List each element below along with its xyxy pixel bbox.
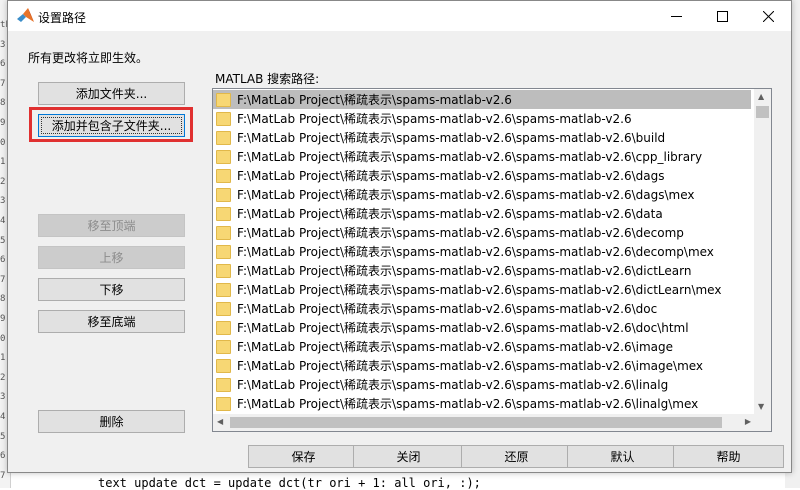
path-row[interactable]: F:\MatLab Project\稀疏表示\spams-matlab-v2.6…	[213, 318, 751, 337]
folder-icon	[216, 263, 231, 278]
folder-icon	[216, 282, 231, 297]
folder-icon	[216, 206, 231, 221]
folder-icon	[216, 111, 231, 126]
folder-icon	[216, 396, 231, 411]
save-button[interactable]: 保存	[248, 445, 359, 468]
minimize-button[interactable]	[653, 1, 699, 31]
path-row[interactable]: F:\MatLab Project\稀疏表示\spams-matlab-v2.6…	[213, 147, 751, 166]
maximize-icon	[716, 10, 728, 22]
search-path-list[interactable]: F:\MatLab Project\稀疏表示\spams-matlab-v2.6…	[212, 88, 772, 432]
scroll-down-icon[interactable]: ▼	[758, 402, 764, 411]
path-text: F:\MatLab Project\稀疏表示\spams-matlab-v2.6…	[237, 378, 669, 392]
path-row[interactable]: F:\MatLab Project\稀疏表示\spams-matlab-v2.6…	[213, 204, 751, 223]
path-text: F:\MatLab Project\稀疏表示\spams-matlab-v2.6…	[237, 340, 674, 354]
path-text: F:\MatLab Project\稀疏表示\spams-matlab-v2.6…	[237, 188, 695, 202]
folder-icon	[216, 130, 231, 145]
path-row[interactable]: F:\MatLab Project\稀疏表示\spams-matlab-v2.6…	[213, 394, 751, 413]
close-button[interactable]: 关闭	[353, 445, 464, 468]
add-folder-button[interactable]: 添加文件夹...	[38, 82, 185, 105]
matlab-logo-icon	[17, 8, 34, 22]
path-row[interactable]: F:\MatLab Project\稀疏表示\spams-matlab-v2.6…	[213, 223, 751, 242]
path-row[interactable]: F:\MatLab Project\稀疏表示\spams-matlab-v2.6…	[213, 261, 751, 280]
path-text: F:\MatLab Project\稀疏表示\spams-matlab-v2.6…	[237, 302, 658, 316]
close-icon	[762, 10, 774, 22]
folder-icon	[216, 301, 231, 316]
highlight-box	[29, 107, 193, 142]
move-up-button[interactable]: 上移	[38, 246, 185, 269]
path-text: F:\MatLab Project\稀疏表示\spams-matlab-v2.6…	[237, 264, 692, 278]
path-row[interactable]: F:\MatLab Project\稀疏表示\spams-matlab-v2.6…	[213, 299, 751, 318]
help-button[interactable]: 帮助	[673, 445, 784, 468]
close-window-button[interactable]	[745, 1, 791, 31]
vertical-scrollbar[interactable]: ▲ ▼	[754, 89, 771, 414]
folder-icon	[216, 92, 231, 107]
path-row[interactable]: F:\MatLab Project\稀疏表示\spams-matlab-v2.6…	[213, 375, 751, 394]
folder-icon	[216, 358, 231, 373]
move-to-top-button[interactable]: 移至顶端	[38, 214, 185, 237]
folder-icon	[216, 244, 231, 259]
path-row[interactable]: F:\MatLab Project\稀疏表示\spams-matlab-v2.6…	[213, 280, 751, 299]
path-row[interactable]: F:\MatLab Project\稀疏表示\spams-matlab-v2.6…	[213, 356, 751, 375]
folder-icon	[216, 187, 231, 202]
path-text: F:\MatLab Project\稀疏表示\spams-matlab-v2.6	[237, 93, 512, 107]
minimize-icon	[670, 15, 682, 17]
set-path-dialog: 设置路径 所有更改将立即生效。 MATLAB 搜索路径: 添加文件夹... 添加…	[7, 0, 792, 473]
folder-icon	[216, 339, 231, 354]
search-path-label: MATLAB 搜索路径:	[215, 72, 320, 86]
move-down-button[interactable]: 下移	[38, 278, 185, 301]
default-button[interactable]: 默认	[567, 445, 678, 468]
horizontal-scroll-thumb[interactable]	[230, 417, 722, 428]
path-text: F:\MatLab Project\稀疏表示\spams-matlab-v2.6…	[237, 150, 703, 164]
folder-icon	[216, 377, 231, 392]
folder-icon	[216, 320, 231, 335]
remove-button[interactable]: 删除	[38, 410, 185, 433]
folder-icon	[216, 149, 231, 164]
scroll-left-icon[interactable]: ◀	[217, 417, 223, 426]
path-text: F:\MatLab Project\稀疏表示\spams-matlab-v2.6…	[237, 112, 632, 126]
path-text: F:\MatLab Project\稀疏表示\spams-matlab-v2.6…	[237, 226, 684, 240]
path-row[interactable]: F:\MatLab Project\稀疏表示\spams-matlab-v2.6…	[213, 109, 751, 128]
move-to-bottom-button[interactable]: 移至底端	[38, 310, 185, 333]
path-text: F:\MatLab Project\稀疏表示\spams-matlab-v2.6…	[237, 397, 699, 411]
path-text: F:\MatLab Project\稀疏表示\spams-matlab-v2.6…	[237, 321, 689, 335]
path-row[interactable]: F:\MatLab Project\稀疏表示\spams-matlab-v2.6…	[213, 185, 751, 204]
notice-text: 所有更改将立即生效。	[28, 51, 149, 65]
title-bar[interactable]: 设置路径	[8, 1, 791, 31]
window-title: 设置路径	[38, 11, 87, 25]
folder-icon	[216, 168, 231, 183]
path-row[interactable]: F:\MatLab Project\稀疏表示\spams-matlab-v2.6…	[213, 128, 751, 147]
path-row[interactable]: F:\MatLab Project\稀疏表示\spams-matlab-v2.6…	[213, 242, 751, 261]
path-text: F:\MatLab Project\稀疏表示\spams-matlab-v2.6…	[237, 169, 665, 183]
vertical-scroll-thumb[interactable]	[756, 106, 769, 118]
path-text: F:\MatLab Project\稀疏表示\spams-matlab-v2.6…	[237, 283, 722, 297]
folder-icon	[216, 225, 231, 240]
scroll-up-icon[interactable]: ▲	[758, 92, 764, 101]
path-row[interactable]: F:\MatLab Project\稀疏表示\spams-matlab-v2.6…	[213, 337, 751, 356]
path-text: F:\MatLab Project\稀疏表示\spams-matlab-v2.6…	[237, 359, 704, 373]
path-row[interactable]: F:\MatLab Project\稀疏表示\spams-matlab-v2.6…	[213, 166, 751, 185]
path-row[interactable]: F:\MatLab Project\稀疏表示\spams-matlab-v2.6	[213, 90, 751, 109]
revert-button[interactable]: 还原	[461, 445, 572, 468]
maximize-button[interactable]	[699, 1, 745, 31]
path-text: F:\MatLab Project\稀疏表示\spams-matlab-v2.6…	[237, 207, 663, 221]
horizontal-scrollbar[interactable]: ◀ ▶	[213, 414, 771, 431]
path-text: F:\MatLab Project\稀疏表示\spams-matlab-v2.6…	[237, 245, 714, 259]
path-text: F:\MatLab Project\稀疏表示\spams-matlab-v2.6…	[237, 131, 666, 145]
scroll-right-icon[interactable]: ▶	[745, 417, 751, 426]
